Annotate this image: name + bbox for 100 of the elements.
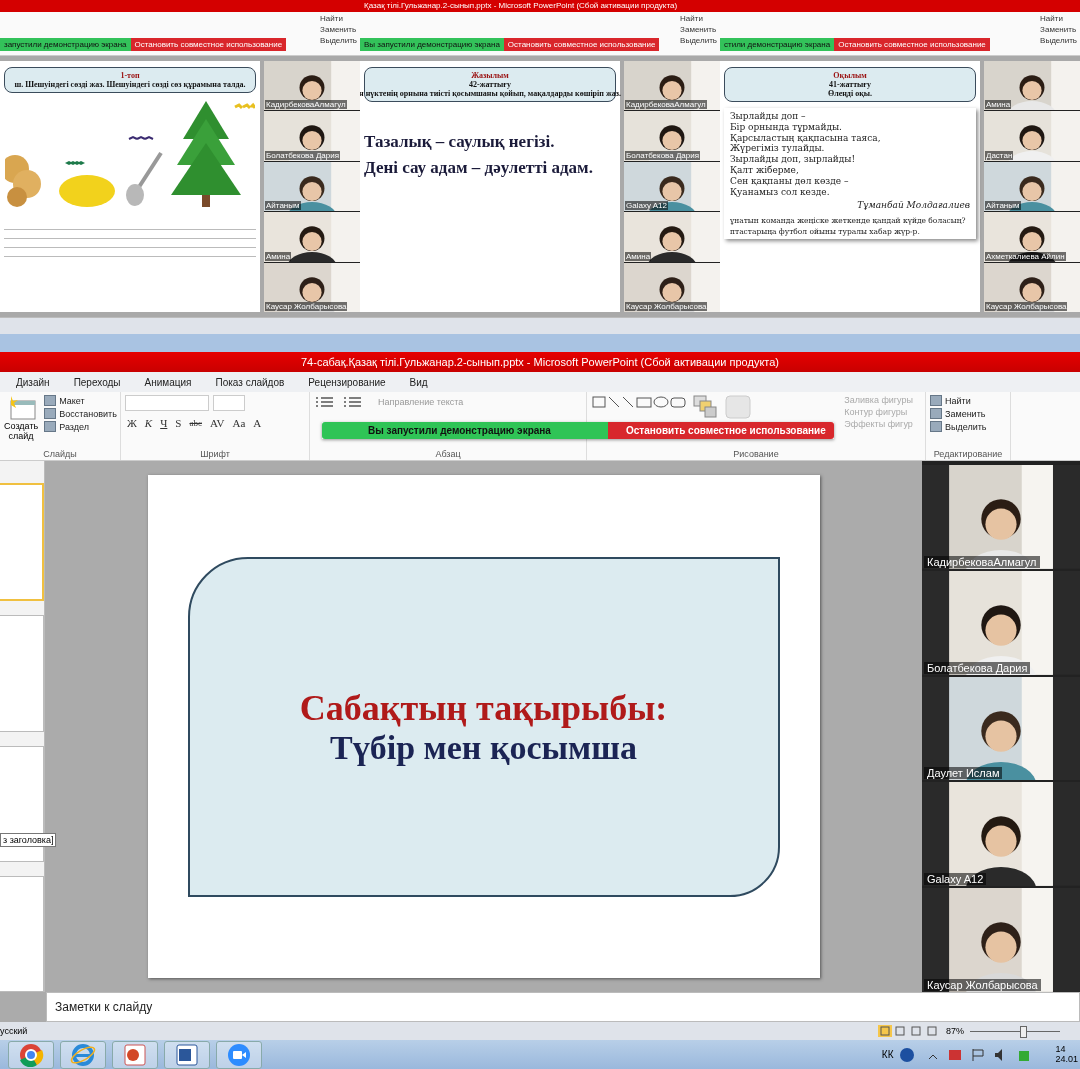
zoom-slider[interactable] (1019, 1025, 1027, 1038)
stop-share-button[interactable]: Остановить совместное использование (130, 38, 287, 51)
slide-thumbnail[interactable] (0, 875, 44, 992)
header-text: 1-топ (120, 71, 140, 80)
font-size-field[interactable] (213, 395, 245, 411)
header-text: Оқылым (833, 71, 867, 80)
stop-share-button[interactable]: Остановить совместное использование (834, 38, 990, 51)
participant-name: Каусар Жолбарысова (265, 302, 348, 312)
ribbon-tab[interactable]: Рецензирование (298, 372, 396, 392)
ribbon-command[interactable]: Выделить (320, 36, 357, 46)
poem-line: Қалт жіберме, (730, 165, 800, 176)
poem-line: Зырлайды доп, зырлайды! (730, 154, 857, 165)
ribbon-command[interactable]: Восстановить (44, 408, 117, 419)
ribbon-tab[interactable]: Показ слайдов (205, 372, 295, 392)
group-label: Шрифт (199, 449, 231, 459)
participant-name: Амина (265, 251, 292, 261)
poem-line: Қуанамыз сол кезде. (730, 186, 831, 198)
ribbon-command[interactable]: Найти (680, 14, 717, 24)
participant-name: Galaxy A12 (625, 201, 668, 211)
participant-name: КадирбековаАлмагул (265, 100, 347, 110)
font-format-button[interactable]: abc (187, 418, 204, 428)
participant-name: Айтаным (265, 201, 301, 211)
header-text: 41-жаттығу (829, 80, 871, 89)
header-text: Жазылым (471, 71, 509, 80)
slide-title: Сабақтың тақырыбы: (299, 686, 668, 729)
participant-name: КадирбековаАлмагул (625, 100, 707, 110)
group-label: Рисование (732, 449, 780, 459)
group-label: Редактирование (932, 449, 1004, 459)
slide-thumbnail[interactable] (0, 615, 44, 732)
language-indicator: усский (0, 1026, 28, 1036)
ribbon-command[interactable]: Заменить (680, 25, 717, 35)
participant-name: Каусар Жолбарысова (625, 302, 708, 312)
view-buttons-icon[interactable] (878, 1025, 940, 1037)
font-format-button[interactable]: S (173, 417, 184, 429)
browser-e-icon[interactable] (60, 1040, 106, 1069)
font-format-button[interactable]: Ж (125, 417, 139, 429)
font-format-button[interactable]: К (142, 417, 155, 429)
ribbon-command[interactable]: Заменить (930, 408, 1006, 419)
font-format-button[interactable]: Aa (230, 417, 248, 429)
ribbon-command[interactable]: Найти (320, 14, 357, 24)
font-format-button[interactable]: AV (207, 417, 227, 429)
ribbon-command[interactable]: Заменить (320, 25, 357, 35)
header-text: 42-жаттығу (469, 80, 511, 89)
participant-name: Даулет Ислам (924, 767, 1003, 780)
browser-icon[interactable] (8, 1040, 54, 1069)
participant-name: Дастан (985, 150, 1014, 160)
new-slide-button[interactable]: Создать слайд (4, 395, 39, 441)
proverb-text: Дені сау адам – дәулетті адам. (364, 158, 594, 178)
ribbon-tab[interactable]: Вид (399, 372, 438, 392)
group-label: Абзац (434, 449, 462, 459)
font-format-button[interactable]: Ч (158, 417, 170, 429)
stop-share-button[interactable]: Остановить совместное использование (503, 38, 660, 51)
stop-share-button[interactable]: Остановить совместное использование (608, 422, 834, 439)
arrange-icon[interactable] (693, 395, 719, 419)
group-label: Слайды (42, 449, 78, 459)
window-title: 74-сабақ.Қазақ тілі.Гульжанар.2-сынып.pptx - Microsoft PowerPoint (Сбой активации продукта) (301, 356, 779, 368)
language-indicator[interactable]: КК (881, 1049, 894, 1060)
video-app-icon[interactable] (216, 1040, 262, 1069)
ribbon-tab[interactable]: Переходы (63, 372, 131, 392)
share-status-bar: Вы запустили демонстрацию экрана (322, 422, 608, 439)
zoom-level: 87% (946, 1026, 964, 1036)
participant-name: Каусар Жолбарысова (985, 302, 1068, 312)
poem-line: Бір орнында тұрмайды. (730, 121, 843, 133)
presentation-app-icon[interactable] (112, 1040, 158, 1069)
header-text: н нүктенің орнына тиісті қосымшаны қойып, мақалдарды көшіріп жаз. (360, 89, 621, 98)
notes-field[interactable]: Заметки к слайду (46, 992, 1080, 1022)
participant-name: Болатбекова Дария (265, 150, 341, 160)
clock-date: 24.01 (1055, 1054, 1078, 1065)
ribbon-command[interactable]: Найти (1040, 14, 1077, 24)
ribbon-command[interactable]: Макет (44, 395, 117, 406)
document-app-icon[interactable] (164, 1040, 210, 1069)
ribbon-command[interactable]: Найти (930, 395, 1006, 406)
participant-name: Айтаным (985, 201, 1021, 211)
share-status-bar: стили демонстрацию экрана (720, 38, 835, 51)
ribbon-tab[interactable]: Анимация (134, 372, 202, 392)
poem-line: Зырлайды доп – (730, 111, 807, 122)
ribbon-tab[interactable]: Дизайн (6, 372, 60, 392)
slide-subtitle: Түбір мен қосымша (330, 728, 637, 767)
shapes-gallery-icon[interactable] (591, 395, 687, 409)
font-format-button[interactable]: A (251, 417, 264, 429)
author-text: Тұманбай Молдағалиев (857, 200, 970, 212)
poem-line: Қарсыластың қақпасына таяса, (730, 132, 882, 144)
participant-name: Амина (625, 251, 652, 261)
participant-name: Болатбекова Дария (924, 661, 1031, 674)
ribbon-command[interactable]: Заменить (1040, 25, 1077, 35)
font-name-field[interactable] (125, 395, 209, 411)
ribbon-command[interactable]: Раздел (44, 421, 117, 432)
clock-time: 14 (1055, 1044, 1067, 1055)
title-bar: Қазақ тілі.Гульжанар.2-сынып.pptx - Microsoft PowerPoint (Сбой активации продукта) (360, 0, 720, 12)
share-status-bar: Вы запустили демонстрацию экрана (360, 38, 504, 51)
ribbon-command[interactable]: Выделить (680, 36, 717, 46)
slide-thumbnail[interactable] (0, 483, 44, 602)
share-status-bar: запустили демонстрацию экрана (0, 38, 131, 51)
participant-name: Galaxy A12 (924, 873, 987, 886)
ribbon-command[interactable]: Выделить (930, 421, 1006, 432)
poem-line: Жүрегіміз тулайды. (730, 143, 826, 155)
header-text: Өлеңді оқы. (828, 89, 872, 98)
header-text: ш. Шешуіндегі сөзді жаз. Шешуіндегі сөзді сөз құрамына талда. (14, 80, 246, 89)
ribbon-command[interactable]: Выделить (1040, 36, 1077, 46)
proverb-text: Тазалық – саулық негізі. (364, 132, 556, 152)
